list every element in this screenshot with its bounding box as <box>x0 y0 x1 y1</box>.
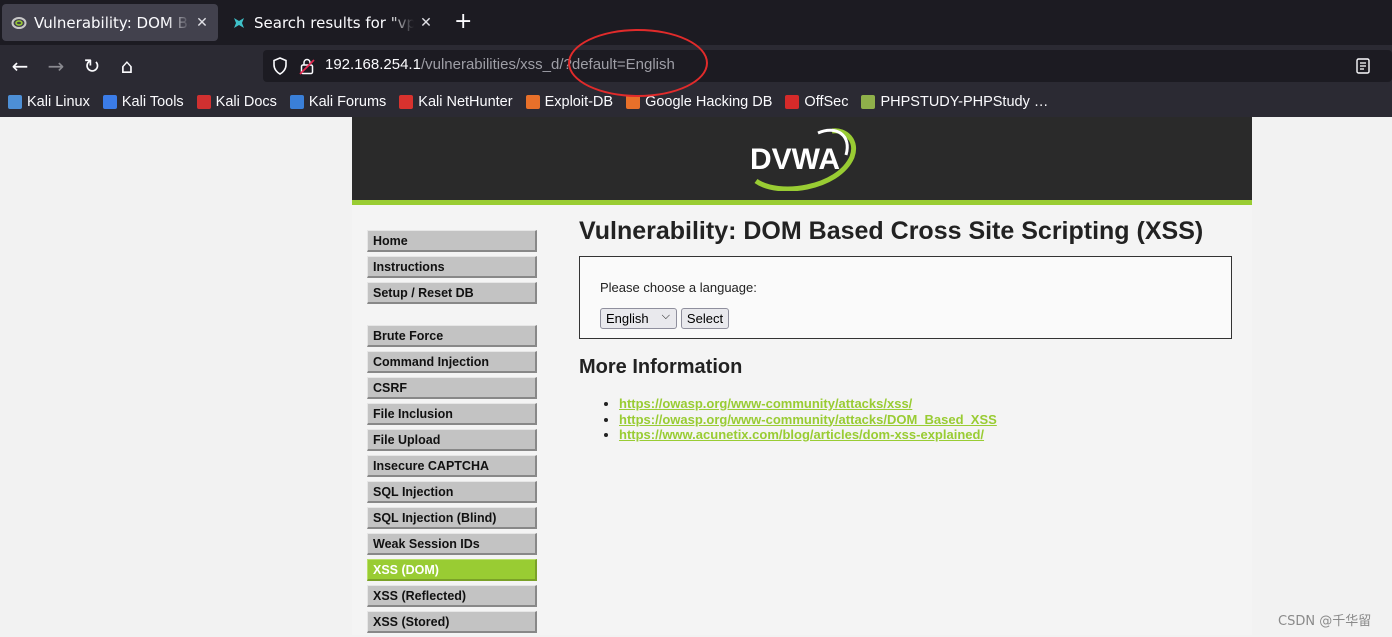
address-bar[interactable]: 192.168.254.1/vulnerabilities/xss_d/?def… <box>263 50 1392 82</box>
shield-icon[interactable] <box>272 57 288 79</box>
menu-item-xss-reflected[interactable]: XSS (Reflected) <box>367 585 537 607</box>
select-button[interactable]: Select <box>681 308 729 329</box>
list-item: https://owasp.org/www-community/attacks/… <box>619 396 1239 412</box>
tab-title: Search results for "vpn" – Kali Tools <box>254 13 414 32</box>
bookmark-label: Kali Tools <box>121 93 184 110</box>
reader-view-icon[interactable] <box>1355 57 1371 79</box>
menu-item-command-injection[interactable]: Command Injection <box>367 351 537 373</box>
dvwa-favicon-icon <box>10 14 28 32</box>
close-tab-icon[interactable]: ✕ <box>418 15 434 31</box>
menu-item-home[interactable]: Home <box>367 230 537 252</box>
insecure-lock-icon[interactable] <box>299 57 315 79</box>
bookmark-item[interactable]: PHPSTUDY-PHPStudy … <box>861 94 1048 110</box>
menu-item-xss-stored[interactable]: XSS (Stored) <box>367 611 537 633</box>
bookmark-icon <box>8 94 22 109</box>
bookmark-label: OffSec <box>804 93 849 110</box>
bookmark-icon <box>289 94 304 109</box>
acunetix-dom-xss-link[interactable]: https://www.acunetix.com/blog/articles/d… <box>619 427 984 442</box>
bookmark-icon <box>102 94 117 109</box>
menu-item-file-inclusion[interactable]: File Inclusion <box>367 403 537 425</box>
side-menu: Home Instructions Setup / Reset DB Brute Fo… <box>367 230 537 637</box>
tab-search-results[interactable]: Search results for "vpn" – Kali Tools ✕ <box>222 4 442 41</box>
menu-item-xss-dom[interactable]: XSS (DOM) <box>367 559 537 581</box>
menu-item-setup-reset-db[interactable]: Setup / Reset DB <box>367 282 537 304</box>
close-tab-icon[interactable]: ✕ <box>194 15 210 31</box>
bookmark-icon <box>399 94 414 109</box>
new-tab-button[interactable]: + <box>454 9 472 35</box>
menu-item-insecure-captcha[interactable]: Insecure CAPTCHA <box>367 455 537 477</box>
watermark: CSDN @千华留 <box>1278 614 1372 629</box>
bookmark-label: PHPSTUDY-PHPStudy … <box>880 93 1049 110</box>
chevron-down-icon: ⌵ <box>661 310 670 322</box>
list-item: https://owasp.org/www-community/attacks/… <box>619 412 1239 428</box>
bookmark-item[interactable]: Kali NetHunter <box>399 93 513 110</box>
header-accent-bar <box>352 200 1252 205</box>
vulnerable-code-area: Please choose a language: English ⌵ Sele… <box>579 256 1232 339</box>
dvwa-logo: DVWA <box>750 128 856 191</box>
dvwa-page: DVWA Home Instructions Setup / Reset DB Bru… <box>352 117 1252 635</box>
bookmark-label: Google Hacking DB <box>645 93 773 110</box>
owasp-xss-link[interactable]: https://owasp.org/www-community/attacks/… <box>619 396 912 411</box>
bookmark-label: Kali Forums <box>308 93 387 110</box>
bookmark-icon <box>525 94 540 109</box>
page-title: Vulnerability: DOM Based Cross Site Scri… <box>579 217 1204 245</box>
menu-spacer <box>367 308 537 325</box>
bookmark-label: Kali NetHunter <box>418 93 513 110</box>
dvwa-header: DVWA <box>352 117 1252 200</box>
bookmark-item[interactable]: Kali Docs <box>196 93 277 110</box>
menu-item-instructions[interactable]: Instructions <box>367 256 537 278</box>
bookmark-icon <box>861 94 876 109</box>
more-info-heading: More Information <box>579 356 743 378</box>
bookmark-item[interactable]: Kali Linux <box>8 94 90 110</box>
bookmark-item[interactable]: Kali Tools <box>102 93 184 110</box>
bookmarks-bar: Kali Linux Kali Tools Kali Docs Kali Forums… <box>0 86 1392 117</box>
logo-text: DVWA <box>750 143 840 176</box>
menu-item-csrf[interactable]: CSRF <box>367 377 537 399</box>
back-icon[interactable]: ← <box>7 53 33 79</box>
tab-bar: Vulnerability: DOM Based Cross Site Scri… <box>0 0 1392 45</box>
language-select-value: English <box>606 311 649 326</box>
menu-item-weak-session-ids[interactable]: Weak Session IDs <box>367 533 537 555</box>
bookmark-label: Kali Docs <box>215 93 277 110</box>
bookmark-item[interactable]: Kali Forums <box>289 93 387 110</box>
list-item: https://www.acunetix.com/blog/articles/d… <box>619 427 1239 443</box>
tab-dvwa[interactable]: Vulnerability: DOM Based Cross Site Scri… <box>2 4 218 41</box>
kali-tools-favicon-icon <box>230 14 248 32</box>
bookmark-icon <box>785 94 800 109</box>
home-icon[interactable]: ⌂ <box>114 53 140 79</box>
bookmark-label: Exploit-DB <box>544 93 614 110</box>
bookmark-item[interactable]: Exploit-DB <box>525 93 614 110</box>
menu-item-sql-injection-blind[interactable]: SQL Injection (Blind) <box>367 507 537 529</box>
menu-item-sql-injection[interactable]: SQL Injection <box>367 481 537 503</box>
main-content: Vulnerability: DOM Based Cross Site Scri… <box>579 217 1239 443</box>
url-host: 192.168.254.1 <box>325 56 421 73</box>
reload-icon[interactable]: ↻ <box>79 53 105 79</box>
bookmark-item[interactable]: OffSec <box>785 94 848 110</box>
bookmark-label: Kali Linux <box>27 93 90 110</box>
menu-item-brute-force[interactable]: Brute Force <box>367 325 537 347</box>
tab-title: Vulnerability: DOM Based Cross Site Scri… <box>34 13 190 32</box>
bookmark-icon <box>196 94 211 109</box>
owasp-dom-xss-link[interactable]: https://owasp.org/www-community/attacks/… <box>619 412 997 427</box>
annotation-circle <box>568 29 708 97</box>
menu-item-file-upload[interactable]: File Upload <box>367 429 537 451</box>
language-select[interactable]: English ⌵ <box>600 308 677 329</box>
more-info-links: https://owasp.org/www-community/attacks/… <box>605 396 1239 443</box>
language-prompt: Please choose a language: <box>600 280 757 295</box>
forward-icon[interactable]: → <box>43 53 69 79</box>
